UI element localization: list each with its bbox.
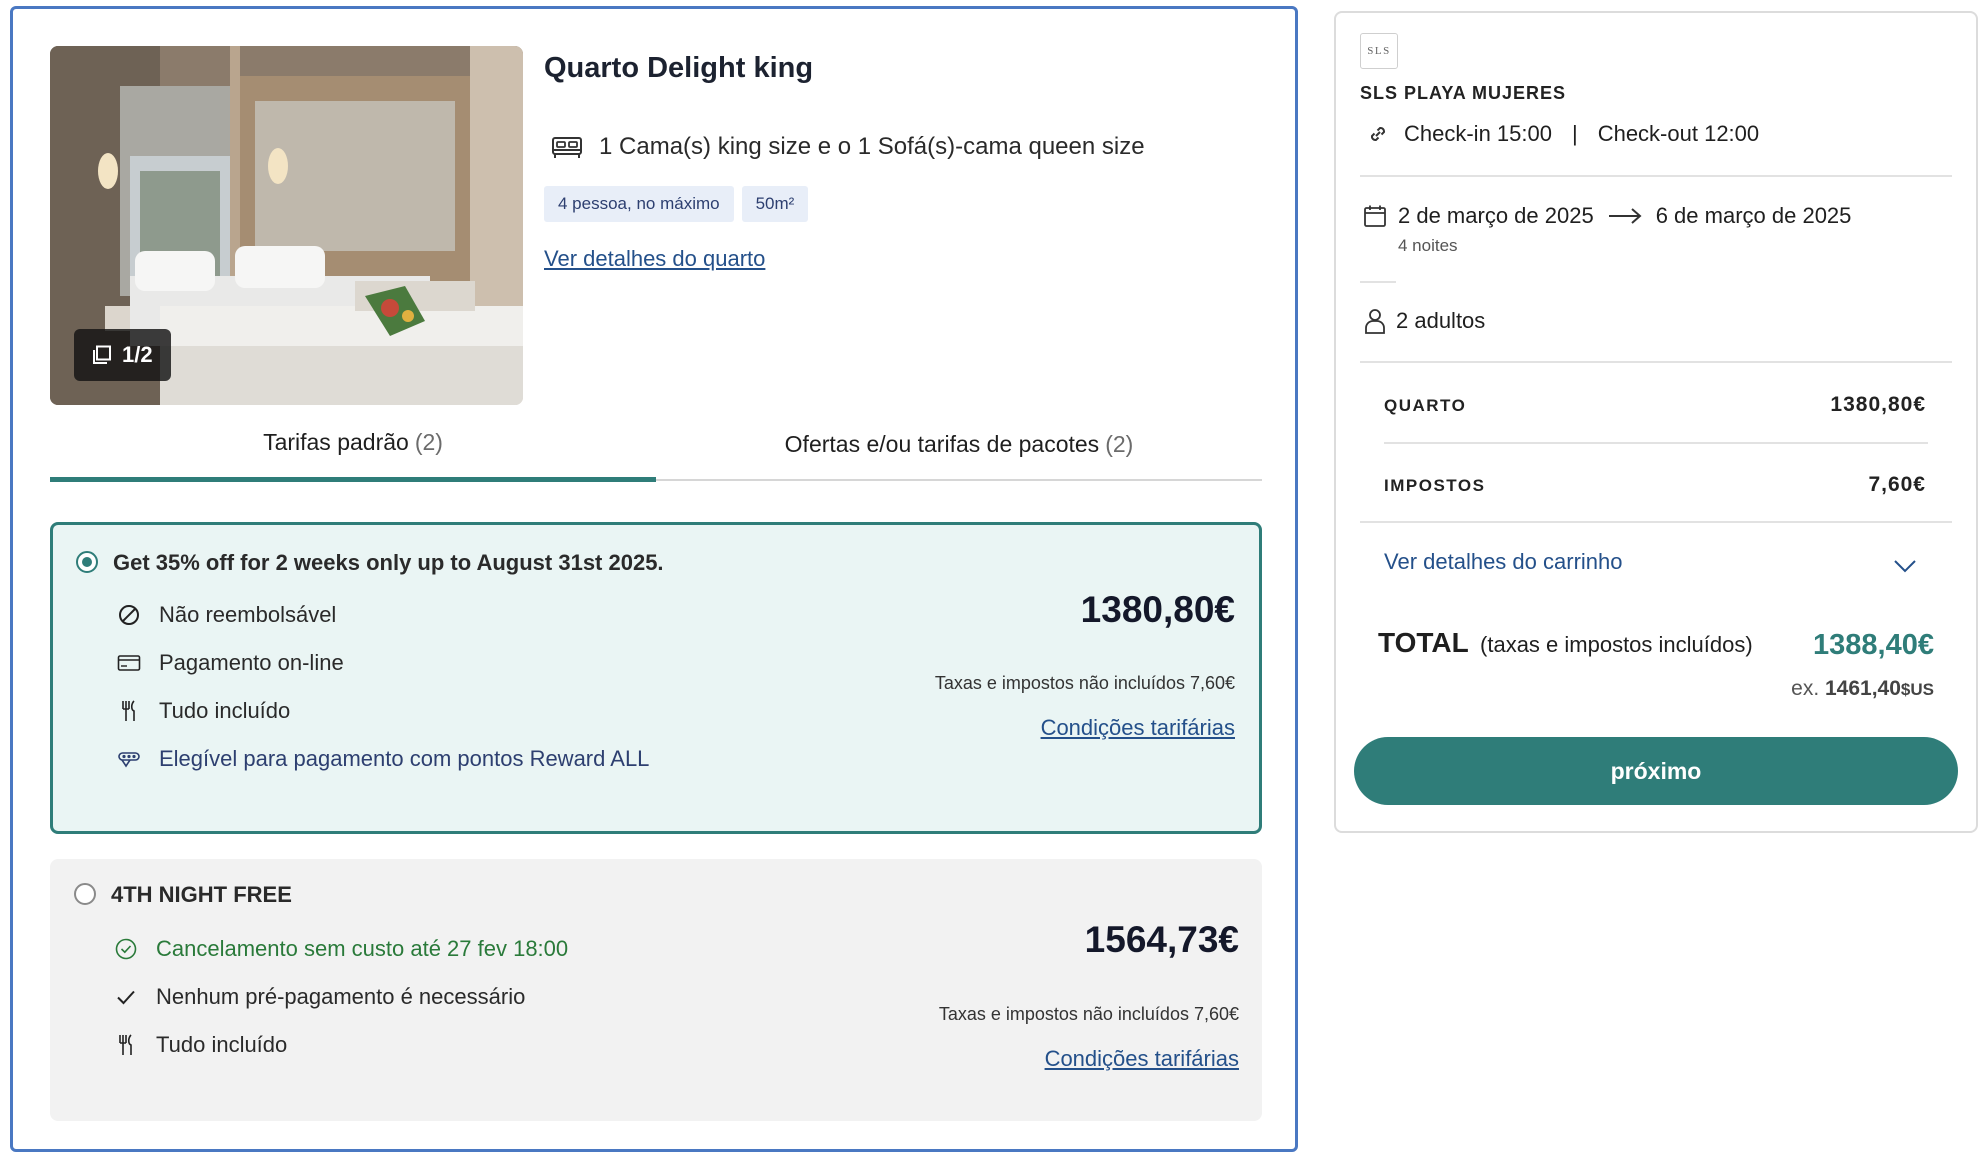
size-chip: 50m² — [741, 186, 809, 222]
rate-name: Get 35% off for 2 weeks only up to Augus… — [113, 550, 664, 575]
tax-line-value: 7,60€ — [1868, 473, 1926, 496]
rate-feature: Elegível para pagamento com pontos Rewar… — [117, 746, 649, 772]
room-card: 1/2 Quarto Delight king 1 Cama(s) king s… — [10, 6, 1298, 1152]
tab-package-offers[interactable]: Ofertas e/ou tarifas de pacotes (2) — [656, 429, 1262, 481]
room-photo[interactable]: 1/2 — [50, 46, 523, 405]
fork-knife-icon — [119, 1034, 132, 1055]
fork-knife-icon — [122, 700, 135, 721]
tab-count: (2) — [414, 429, 443, 455]
rate-conditions-link[interactable]: Condições tarifárias — [1045, 1046, 1239, 1072]
total-value: 1388,40€ — [1813, 629, 1934, 661]
room-details-link[interactable]: Ver detalhes do quarto — [544, 246, 765, 272]
rate-feature-text: Não reembolsável — [159, 602, 337, 627]
tab-standard-rates[interactable]: Tarifas padrão (2) — [50, 429, 656, 482]
cart-summary: SLS SLS PLAYA MUJERES Check-in 15:00 | C… — [1334, 11, 1978, 833]
divider — [1360, 521, 1952, 523]
room-title: Quarto Delight king — [544, 52, 814, 84]
usd-estimate: ex. 1461,40$US — [1791, 677, 1934, 701]
check-times: Check-in 15:00 | Check-out 12:00 — [1366, 121, 1759, 147]
checkout-time: Check-out 12:00 — [1597, 121, 1760, 146]
rate-conditions-link[interactable]: Condições tarifárias — [1041, 715, 1235, 741]
rate-name: 4TH NIGHT FREE — [111, 882, 292, 907]
divider — [1360, 361, 1952, 363]
rate-tax-note: Taxas e impostos não incluídos 7,60€ — [934, 673, 1235, 693]
room-line-value: 1380,80€ — [1830, 393, 1926, 416]
room-attributes: 4 pessoa, no máximo 50m² — [544, 186, 809, 222]
photo-counter-label: 1/2 — [122, 342, 153, 367]
tax-line-label: IMPOSTOS — [1384, 476, 1486, 495]
nights-count: 4 noites — [1398, 236, 1458, 255]
bed-info: 1 Cama(s) king size e o 1 Sofá(s)-cama q… — [551, 133, 1145, 161]
chevron-down-icon[interactable] — [1894, 559, 1916, 573]
divider — [1360, 175, 1952, 177]
person-icon — [1365, 309, 1385, 334]
rate-price: 1380,80€ — [1080, 589, 1235, 630]
cart-details-link[interactable]: Ver detalhes do carrinho — [1384, 549, 1623, 575]
next-button[interactable]: próximo — [1354, 737, 1958, 805]
rate-feature-text: Nenhum pré-pagamento é necessário — [156, 984, 526, 1009]
rate-feature: Cancelamento sem custo até 27 fev 18:00 — [114, 936, 568, 962]
link-icon — [1370, 126, 1386, 142]
rate-feature: Nenhum pré-pagamento é necessário — [114, 984, 525, 1010]
bed-icon — [552, 137, 582, 158]
no-refund-icon — [119, 605, 139, 625]
guests-label: 2 adultos — [1396, 308, 1486, 333]
rate-feature-text: Tudo incluído — [159, 698, 291, 723]
divider — [1384, 442, 1928, 444]
stay-dates: 2 de março de 2025 6 de março de 2025 — [1362, 203, 1851, 229]
credit-card-icon — [117, 655, 141, 671]
rate-feature-text: Cancelamento sem custo até 27 fev 18:00 — [156, 936, 569, 961]
bed-description: 1 Cama(s) king size e o 1 Sofá(s)-cama q… — [599, 133, 1145, 160]
rate-price: 1564,73€ — [1084, 919, 1239, 960]
rate-feature-text: Pagamento on-line — [159, 650, 344, 675]
hotel-logo: SLS — [1360, 33, 1398, 69]
divider — [1360, 281, 1396, 283]
tab-label: Ofertas e/ou tarifas de pacotes — [784, 431, 1100, 457]
room-line-label: QUARTO — [1384, 396, 1467, 415]
hotel-name: SLS PLAYA MUJERES — [1360, 83, 1567, 103]
rate-feature: Não reembolsável — [117, 602, 336, 628]
usd-unit: $US — [1900, 680, 1934, 699]
check-icon — [117, 990, 135, 1005]
check-separator: | — [1571, 121, 1578, 146]
capacity-chip: 4 pessoa, no máximo — [544, 186, 734, 222]
gallery-icon — [93, 345, 111, 364]
checkin-time: Check-in 15:00 — [1404, 121, 1552, 146]
date-from: 2 de março de 2025 — [1398, 203, 1594, 228]
reward-icon — [118, 752, 140, 768]
rate-feature-text: Tudo incluído — [156, 1032, 288, 1057]
arrow-right-icon — [1608, 208, 1642, 224]
photo-counter[interactable]: 1/2 — [74, 329, 171, 381]
rate-option[interactable]: 4TH NIGHT FREE Cancelamento sem custo at… — [50, 859, 1262, 1121]
rate-tabs: Tarifas padrão (2) Ofertas e/ou tarifas … — [50, 429, 1262, 482]
rate-tax-note: Taxas e impostos não incluídos 7,60€ — [938, 1004, 1239, 1024]
check-circle-icon — [115, 938, 137, 960]
tab-count: (2) — [1105, 431, 1134, 457]
rate-feature: Pagamento on-line — [117, 650, 344, 676]
usd-value: 1461,40 — [1825, 677, 1901, 700]
tab-label: Tarifas padrão — [263, 429, 409, 455]
date-to: 6 de março de 2025 — [1655, 203, 1852, 228]
usd-prefix: ex. — [1791, 677, 1820, 700]
guests: 2 adultos — [1364, 307, 1485, 335]
rate-radio[interactable] — [76, 551, 98, 573]
rate-option[interactable]: Get 35% off for 2 weeks only up to Augus… — [50, 522, 1262, 834]
total-subtitle: (taxas e impostos incluídos) — [1480, 632, 1753, 657]
rate-radio[interactable] — [74, 883, 96, 905]
total-label: TOTAL (taxas e impostos incluídos) — [1378, 627, 1753, 659]
total-title: TOTAL — [1378, 627, 1469, 658]
calendar-icon — [1364, 205, 1386, 227]
rate-feature: Tudo incluído — [117, 698, 290, 724]
rate-feature: Tudo incluído — [114, 1032, 287, 1058]
rate-feature-text: Elegível para pagamento com pontos Rewar… — [159, 746, 650, 771]
